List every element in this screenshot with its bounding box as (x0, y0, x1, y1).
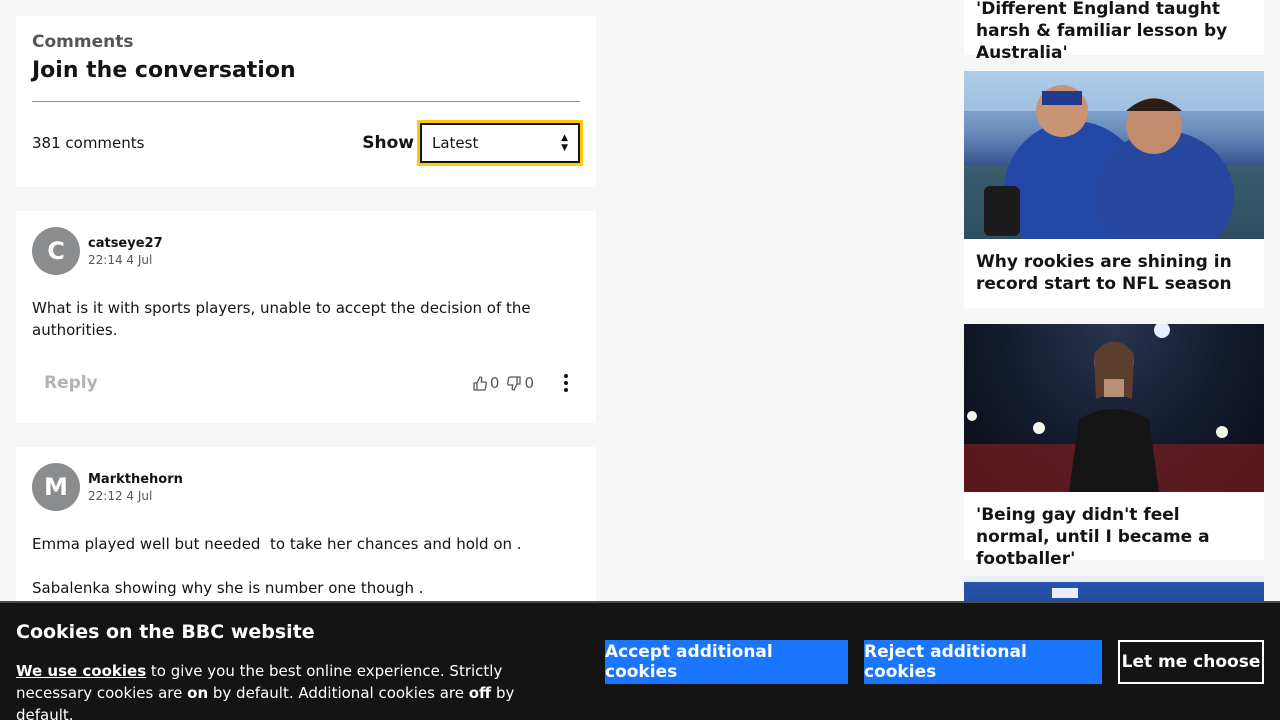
avatar: M (32, 463, 80, 511)
more-options-icon[interactable] (564, 373, 568, 394)
sort-select-value: Latest (432, 134, 479, 152)
cookies-info-link[interactable]: We use cookies (16, 662, 146, 680)
promo-headline[interactable]: Why rookies are shining in record start … (964, 239, 1264, 295)
comment-author[interactable]: catseye27 (88, 235, 163, 252)
nfl-players-photo[interactable] (964, 71, 1264, 239)
page: Comments Join the conversation 381 comme… (0, 0, 1280, 720)
promo-headline[interactable]: 'Being gay didn't feel normal, until I b… (964, 492, 1264, 570)
comments-toolbar: 381 comments Show Latest ▲ ▼ (32, 120, 583, 166)
accept-cookies-button[interactable]: Accept additional cookies (605, 640, 848, 684)
sort-label: Show (362, 133, 414, 153)
thumbs-up-icon (473, 375, 487, 391)
avatar: C (32, 227, 80, 275)
comment-author[interactable]: Markthehorn (88, 471, 183, 488)
dislike-count: 0 (524, 374, 534, 392)
select-arrows-icon: ▲ ▼ (561, 133, 568, 153)
reply-button[interactable]: Reply (44, 373, 98, 393)
sort-select[interactable]: Latest ▲ ▼ (417, 120, 583, 166)
cookie-text-on: on (187, 684, 209, 702)
comment-header: C catseye27 22:14 4 Jul (32, 227, 580, 275)
comment-timestamp: 22:14 4 Jul (88, 252, 153, 267)
promo-headline[interactable]: 'Different England taught harsh & famili… (964, 0, 1264, 64)
like-count: 0 (489, 374, 500, 392)
sort-control: Show Latest ▲ ▼ (362, 120, 583, 166)
cookie-description: We use cookies to give you the best onli… (16, 660, 576, 720)
cookie-text-part: by default. Additional cookies are (208, 684, 469, 702)
vote-controls: 0 0 (473, 373, 580, 394)
comments-kicker: Comments (32, 32, 134, 52)
photo-illustration (964, 71, 1264, 239)
cookie-title: Cookies on the BBC website (16, 621, 315, 643)
divider (32, 101, 580, 102)
photo-illustration (964, 324, 1264, 492)
comment-count: 381 comments (32, 134, 145, 152)
comment-actions: Reply 0 0 (32, 371, 580, 395)
footballer-photo[interactable] (964, 324, 1264, 492)
dislike-button[interactable]: 0 (507, 374, 534, 392)
promo-card[interactable]: 'Different England taught harsh & famili… (964, 0, 1264, 63)
thumbs-down-icon (507, 375, 522, 391)
comment-body: Emma played well but needed to take her … (32, 533, 552, 599)
comment-text: Sabalenka showing why she is number one … (32, 579, 424, 597)
comment-item: C catseye27 22:14 4 Jul What is it with … (16, 211, 596, 423)
reject-cookies-button[interactable]: Reject additional cookies (864, 640, 1102, 684)
cookie-text-off: off (468, 684, 492, 702)
promo-card[interactable]: Why rookies are shining in record start … (964, 71, 1264, 308)
comment-header: M Markthehorn 22:12 4 Jul (32, 463, 580, 511)
cookie-banner: Cookies on the BBC website We use cookie… (0, 601, 1280, 720)
comment-body: What is it with sports players, unable t… (32, 297, 552, 341)
comments-header-card: Comments Join the conversation 381 comme… (16, 16, 596, 187)
like-button[interactable]: 0 (473, 374, 500, 392)
comments-title: Join the conversation (32, 58, 296, 83)
comment-timestamp: 22:12 4 Jul (88, 488, 153, 503)
promo-card[interactable]: 'Being gay didn't feel normal, until I b… (964, 324, 1264, 569)
comment-text: What is it with sports players, unable t… (32, 299, 531, 339)
comment-text: Emma played well but needed to take her … (32, 535, 522, 553)
let-me-choose-button[interactable]: Let me choose (1118, 640, 1264, 684)
